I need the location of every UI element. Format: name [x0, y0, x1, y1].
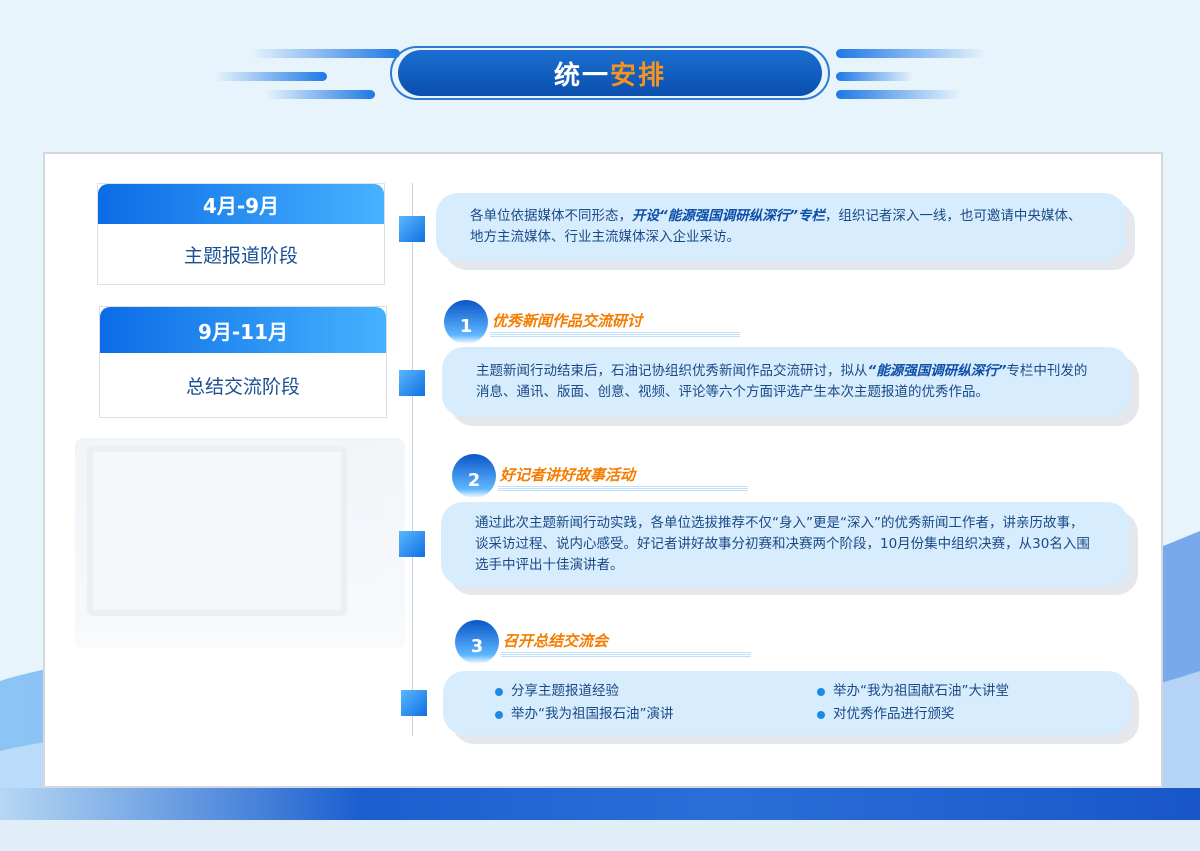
- page-title: 统一安排: [554, 55, 666, 92]
- section-number: 1: [444, 300, 488, 344]
- section-title: 召开总结交流会: [503, 632, 609, 650]
- section-heading-3: 3 召开总结交流会: [455, 620, 755, 664]
- intro-highlight: 开设“能源强国调研纵深行”专栏: [632, 208, 825, 224]
- list-item: 举办“我为祖国报石油”演讲: [495, 704, 817, 725]
- intro-text: 各单位依据媒体不同形态，开设“能源强国调研纵深行”专栏，组织记者深入一线，也可邀…: [470, 208, 1082, 245]
- stage-card-1: 4月-9月 主题报道阶段: [97, 183, 385, 285]
- header-decoration-line: [836, 90, 961, 99]
- timeline-marker: [399, 216, 425, 242]
- section-text: 主题新闻行动结束后，石油记协组织优秀新闻作品交流研讨，拟从“能源强国调研纵深行”…: [476, 363, 1088, 400]
- title-part-2: 安排: [610, 60, 667, 91]
- stage-name: 主题报道阶段: [183, 244, 298, 267]
- section-number: 2: [452, 454, 496, 498]
- bullet-dot-icon: [495, 710, 503, 719]
- timeline-divider: [412, 183, 413, 736]
- timeline-marker: [399, 531, 425, 557]
- header-decoration-line: [836, 72, 914, 81]
- header-decoration-line: [215, 72, 327, 81]
- bottom-strip: [0, 820, 1200, 851]
- section-title: 优秀新闻作品交流研讨: [492, 312, 643, 330]
- bullet-dot-icon: [817, 687, 825, 696]
- stage-period: 4月-9月: [98, 184, 384, 224]
- timeline-marker: [401, 690, 427, 716]
- section-underline: [490, 332, 740, 338]
- title-part-1: 统一: [553, 60, 610, 91]
- bullet-dot-icon: [817, 710, 825, 719]
- section-card-1: 主题新闻行动结束后，石油记协组织优秀新闻作品交流研讨，拟从“能源强国调研纵深行”…: [442, 347, 1130, 417]
- page-header: 统一安排: [390, 46, 830, 100]
- header-decoration-line: [265, 90, 375, 99]
- list-item: 分享主题报道经验: [495, 681, 817, 702]
- intro-card: 各单位依据媒体不同形态，开设“能源强国调研纵深行”专栏，组织记者深入一线，也可邀…: [436, 193, 1126, 261]
- stage-card-2: 9月-11月 总结交流阶段: [99, 306, 387, 418]
- header-pill: 统一安排: [398, 50, 822, 96]
- list-item: 举办“我为祖国献石油”大讲堂: [817, 681, 1117, 702]
- header-decoration-line: [836, 49, 986, 58]
- bottom-decoration-band: [0, 788, 1200, 820]
- bullet-list: 分享主题报道经验 举办“我为祖国献石油”大讲堂 举办“我为祖国报石油”演讲 对优…: [495, 681, 1096, 725]
- section-card-3: 分享主题报道经验 举办“我为祖国献石油”大讲堂 举办“我为祖国报石油”演讲 对优…: [443, 671, 1130, 735]
- section-title: 好记者讲好故事活动: [500, 466, 636, 484]
- section-number: 3: [455, 620, 499, 664]
- list-item: 对优秀作品进行颁奖: [817, 704, 1117, 725]
- section-underline: [501, 652, 751, 658]
- section-highlight: “能源强国调研纵深行”: [867, 363, 1007, 379]
- section-heading-1: 1 优秀新闻作品交流研讨: [444, 300, 744, 344]
- header-decoration-line: [250, 49, 400, 58]
- section-card-2: 通过此次主题新闻行动实践，各单位选拔推荐不仅“身入”更是“深入”的优秀新闻工作者…: [441, 502, 1129, 586]
- section-heading-2: 2 好记者讲好故事活动: [452, 454, 752, 498]
- section-text: 通过此次主题新闻行动实践，各单位选拔推荐不仅“身入”更是“深入”的优秀新闻工作者…: [475, 514, 1090, 573]
- timeline-marker: [399, 370, 425, 396]
- laptop-illustration: [75, 438, 405, 648]
- stage-period: 9月-11月: [100, 307, 386, 353]
- bullet-dot-icon: [495, 687, 503, 696]
- section-underline: [498, 486, 748, 492]
- stage-name: 总结交流阶段: [185, 375, 300, 398]
